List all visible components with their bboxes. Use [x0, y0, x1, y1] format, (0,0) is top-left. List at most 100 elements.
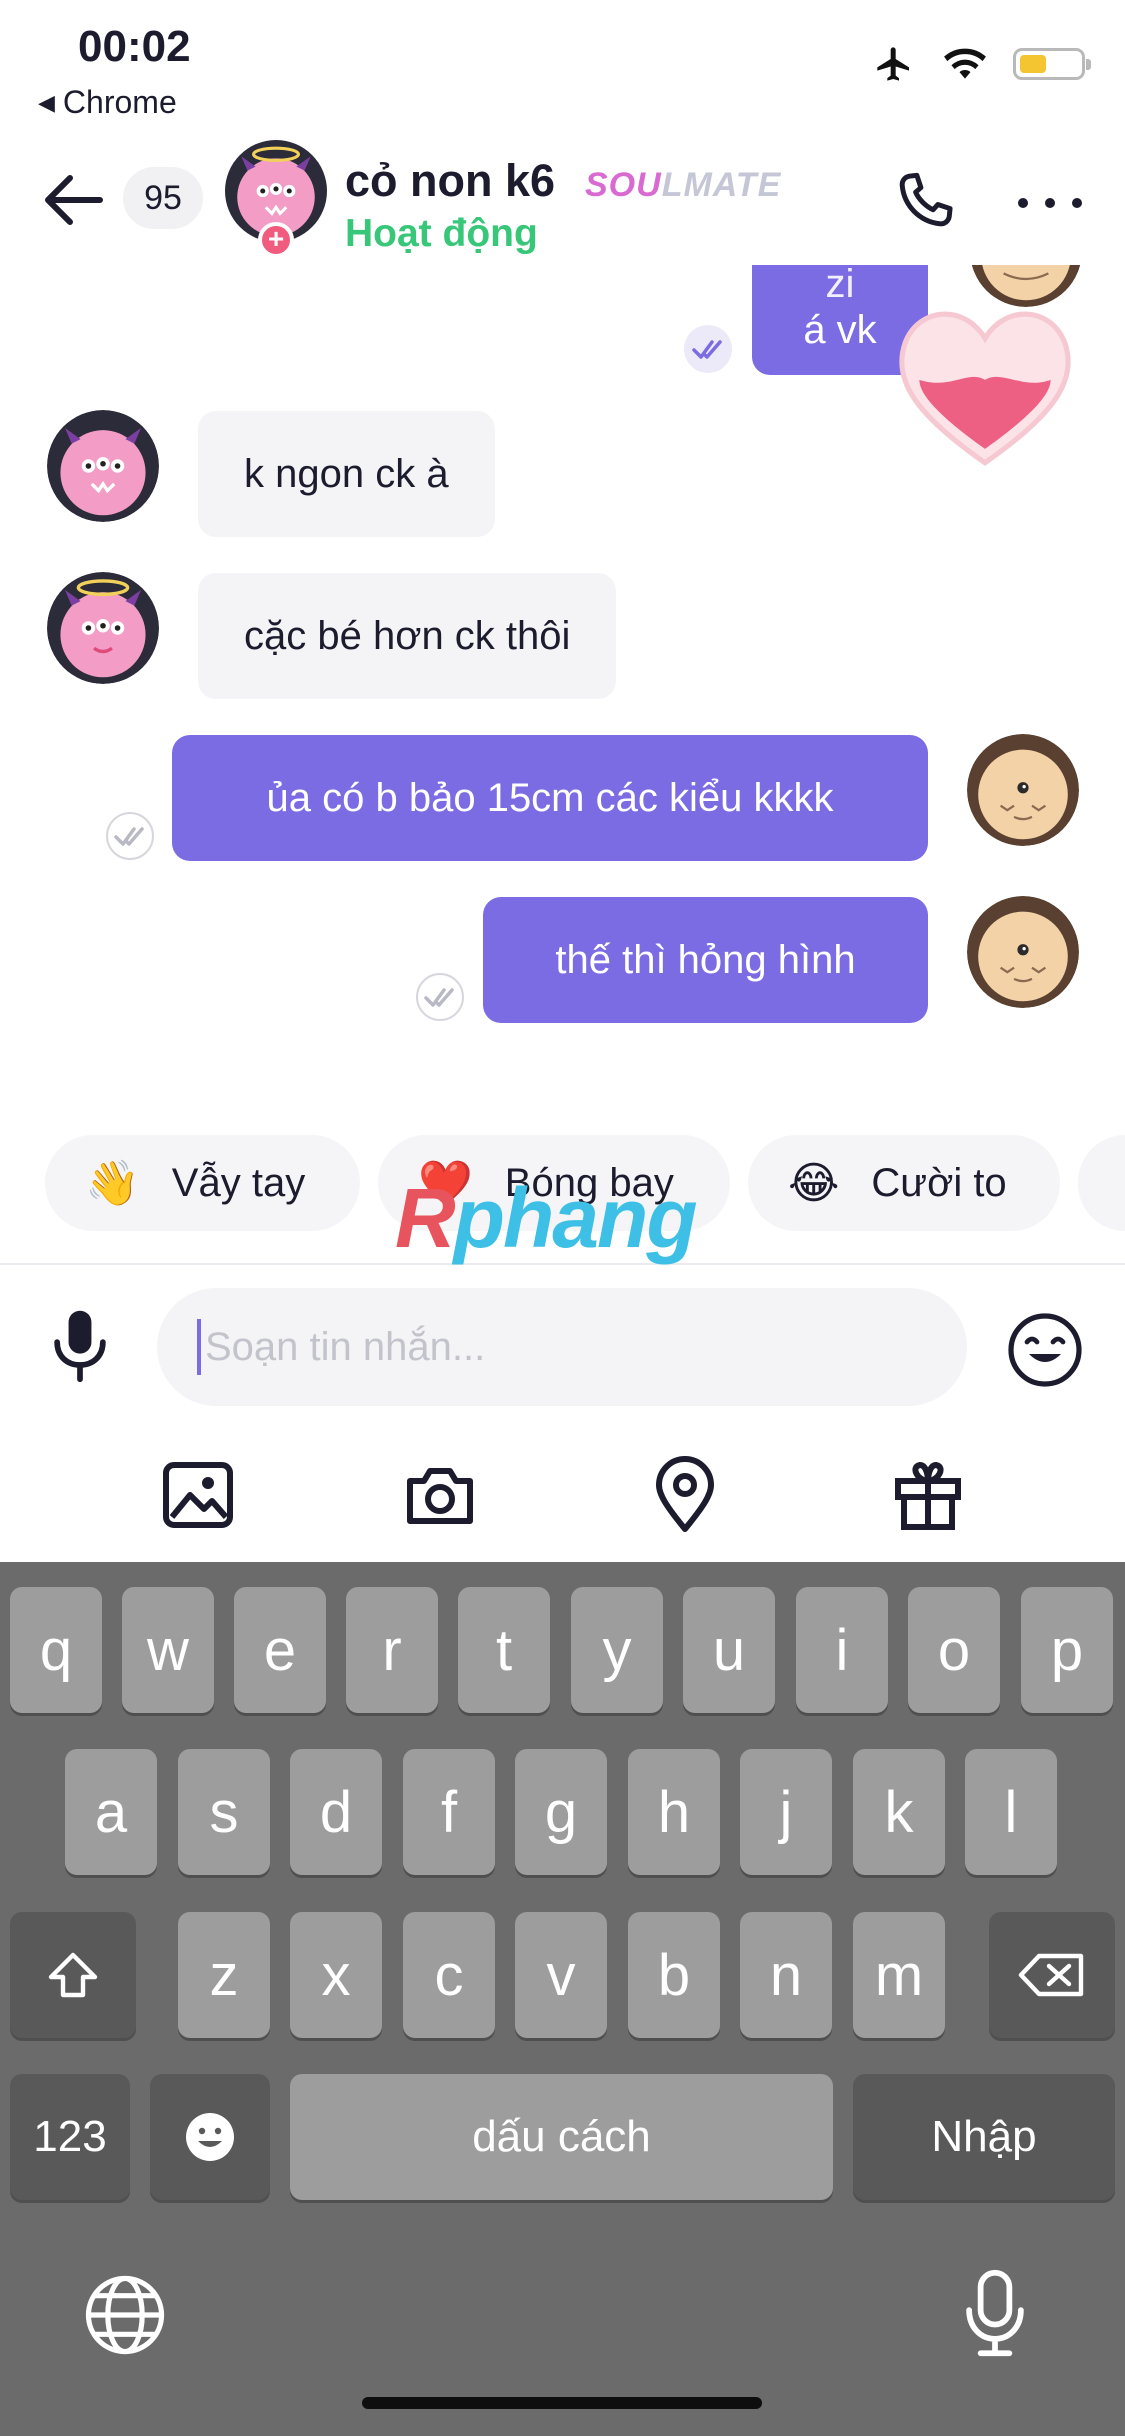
back-app-label: Chrome — [62, 84, 177, 120]
airplane-icon — [877, 47, 909, 81]
unread-count-badge[interactable]: 95 — [123, 167, 203, 229]
emoji-keyboard-key[interactable] — [150, 2074, 270, 2200]
quick-reply-laugh[interactable]: 😂 Cười to — [748, 1135, 1060, 1231]
message-text: ủa có b bảo 15cm các kiểu kkkk — [266, 775, 834, 820]
dictation-mic-icon[interactable] — [960, 2267, 1030, 2359]
key-g[interactable]: g — [515, 1749, 607, 1875]
quick-reply-more[interactable] — [1078, 1135, 1125, 1231]
heart-emoji-icon: ❤️ — [418, 1159, 473, 1208]
numbers-key[interactable]: 123 — [10, 2074, 130, 2200]
status-bar: 00:02 ◀ Chrome — [0, 0, 1125, 130]
backspace-key[interactable] — [989, 1912, 1115, 2038]
key-t[interactable]: t — [458, 1587, 550, 1713]
wifi-icon — [944, 48, 986, 79]
soulmate-badge-part2: LMATE — [661, 166, 782, 204]
key-w[interactable]: w — [122, 1587, 214, 1713]
quick-reply-bar: 👋 Vẫy tay ❤️ Bóng bay 😂 Cười to — [0, 1135, 1125, 1235]
key-h[interactable]: h — [628, 1749, 720, 1875]
back-to-app-link[interactable]: ◀ Chrome — [38, 84, 177, 121]
read-receipt-icon — [106, 812, 154, 860]
key-j[interactable]: j — [740, 1749, 832, 1875]
contact-avatar[interactable] — [47, 410, 159, 522]
key-m[interactable]: m — [853, 1912, 945, 2038]
key-y[interactable]: y — [571, 1587, 663, 1713]
attachment-toolbar — [0, 1455, 1125, 1545]
location-icon[interactable] — [645, 1455, 725, 1535]
message-input-placeholder: Soạn tin nhắn... — [205, 1324, 486, 1369]
key-o[interactable]: o — [908, 1587, 1000, 1713]
status-icons — [871, 44, 1091, 84]
key-f[interactable]: f — [403, 1749, 495, 1875]
message-list[interactable]: zi á vk k ngon ck à cặc bé hơn ck thôi ủ… — [0, 265, 1125, 1095]
image-icon[interactable] — [158, 1455, 238, 1535]
key-e[interactable]: e — [234, 1587, 326, 1713]
key-b[interactable]: b — [628, 1912, 720, 2038]
shift-icon — [48, 1952, 98, 1998]
emoji-picker-icon[interactable] — [1005, 1310, 1085, 1390]
message-input[interactable]: Soạn tin nhắn... — [157, 1288, 967, 1406]
key-v[interactable]: v — [515, 1912, 607, 2038]
gift-icon[interactable] — [888, 1455, 968, 1535]
system-keyboard: q w e r t y u i o p a s d f g h j k l z … — [0, 1562, 1125, 2436]
message-text: thế thì hỏng hình — [555, 937, 856, 982]
key-a[interactable]: a — [65, 1749, 157, 1875]
add-friend-plus-icon[interactable]: + — [258, 222, 294, 258]
key-u[interactable]: u — [683, 1587, 775, 1713]
message-text: zi — [825, 265, 855, 306]
key-x[interactable]: x — [290, 1912, 382, 2038]
battery-icon — [1013, 48, 1091, 80]
key-r[interactable]: r — [346, 1587, 438, 1713]
key-p[interactable]: p — [1021, 1587, 1113, 1713]
wave-emoji-icon: 👋 — [85, 1159, 140, 1208]
contact-name[interactable]: cỏ non k6 — [345, 155, 555, 207]
phone-call-icon[interactable] — [890, 166, 960, 236]
key-c[interactable]: c — [403, 1912, 495, 2038]
clock: 00:02 — [78, 22, 191, 71]
presence-status: Hoạt động — [345, 212, 538, 255]
key-q[interactable]: q — [10, 1587, 102, 1713]
back-triangle-icon: ◀ — [38, 89, 55, 115]
text-caret — [197, 1319, 201, 1375]
key-l[interactable]: l — [965, 1749, 1057, 1875]
message-bubble-outgoing[interactable]: thế thì hỏng hình — [483, 897, 928, 1023]
emoji-keyboard-icon — [186, 2113, 234, 2161]
quick-reply-wave[interactable]: 👋 Vẫy tay — [45, 1135, 360, 1231]
heart-sticker — [899, 311, 1071, 466]
quick-reply-balloon[interactable]: ❤️ Bóng bay — [378, 1135, 730, 1231]
soulmate-badge: SOULMATE — [585, 166, 781, 205]
shift-key[interactable] — [10, 1912, 136, 2038]
space-key[interactable]: dấu cách — [290, 2074, 833, 2200]
message-bubble-incoming[interactable]: k ngon ck à — [198, 411, 495, 537]
message-text: k ngon ck à — [244, 451, 449, 496]
divider — [0, 1263, 1125, 1265]
message-bubble-incoming[interactable]: cặc bé hơn ck thôi — [198, 573, 617, 699]
my-avatar[interactable] — [967, 734, 1079, 846]
message-text: á vk — [803, 308, 877, 352]
contact-avatar[interactable] — [47, 572, 159, 684]
key-s[interactable]: s — [178, 1749, 270, 1875]
quick-reply-label: Cười to — [871, 1160, 1007, 1205]
backspace-icon — [1018, 1953, 1084, 1997]
soulmate-badge-part1: SOU — [585, 166, 662, 204]
key-i[interactable]: i — [796, 1587, 888, 1713]
back-arrow-icon[interactable] — [40, 170, 110, 230]
read-receipt-icon — [684, 325, 732, 373]
voice-record-icon[interactable] — [45, 1305, 115, 1385]
return-key[interactable]: Nhập — [853, 2074, 1115, 2200]
key-d[interactable]: d — [290, 1749, 382, 1875]
quick-reply-label: Bóng bay — [504, 1160, 674, 1205]
message-text: cặc bé hơn ck thôi — [244, 613, 571, 658]
message-bubble-outgoing[interactable]: ủa có b bảo 15cm các kiểu kkkk — [172, 735, 928, 861]
home-indicator[interactable] — [362, 2397, 762, 2409]
globe-icon[interactable] — [82, 2272, 168, 2358]
camera-icon[interactable] — [400, 1455, 480, 1535]
laughing-emoji-icon: 😂 — [788, 1158, 840, 1208]
key-n[interactable]: n — [740, 1912, 832, 2038]
read-receipt-icon — [416, 973, 464, 1021]
my-avatar[interactable] — [967, 896, 1079, 1008]
key-k[interactable]: k — [853, 1749, 945, 1875]
more-options-icon[interactable] — [1015, 188, 1085, 218]
chat-header: 95 + cỏ non k6 SOULMATE Hoạt động — [0, 130, 1125, 265]
quick-reply-label: Vẫy tay — [171, 1160, 306, 1205]
key-z[interactable]: z — [178, 1912, 270, 2038]
